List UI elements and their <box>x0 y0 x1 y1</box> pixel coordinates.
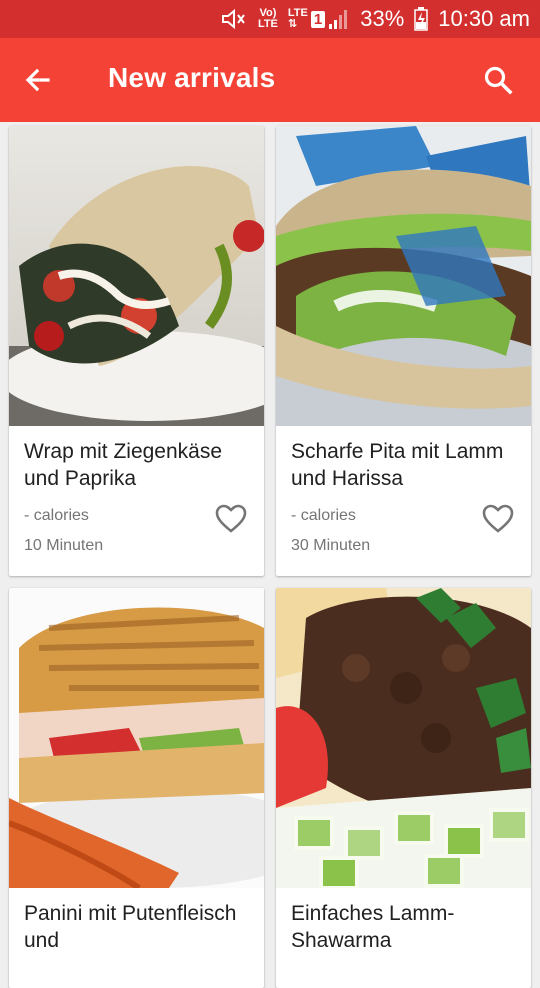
app-bar: New arrivals <box>0 38 540 122</box>
recipe-card[interactable]: Einfaches Lamm-Shawarma <box>276 588 531 988</box>
panini-photo <box>9 588 264 888</box>
heart-outline-icon[interactable] <box>215 504 247 534</box>
signal-bars-icon <box>329 10 348 29</box>
status-bar: Vo) LTE LTE ⇅ 1 33% 10:30 am <box>0 0 540 38</box>
recipe-time: 10 Minuten <box>24 537 104 554</box>
clock: 10:30 am <box>438 6 530 31</box>
volte-icon: Vo) LTE <box>258 8 278 30</box>
wrap-photo <box>9 126 264 426</box>
recipe-name: Panini mit Putenfleisch und <box>24 902 237 952</box>
heart-outline-icon[interactable] <box>482 504 514 534</box>
recipe-image-wrap <box>276 588 531 888</box>
lte-sub-label: LTE <box>257 18 278 30</box>
battery-percent: 33% <box>360 6 405 31</box>
recipe-calories: - calories <box>291 507 356 524</box>
recipe-time: 30 Minuten <box>291 537 371 554</box>
recipe-image-wrap <box>9 588 264 888</box>
shawarma-photo <box>276 588 531 888</box>
recipe-name: Scharfe Pita mit Lamm und Harissa <box>291 440 504 490</box>
recipe-calories: - calories <box>24 507 89 524</box>
recipe-card[interactable]: Scharfe Pita mit Lamm und Harissa - calo… <box>276 126 531 576</box>
sim-badge: 1 <box>310 10 326 28</box>
arrow-back-icon[interactable] <box>22 64 54 96</box>
recipe-grid: Wrap mit Ziegenkäse und Paprika - calori… <box>0 122 540 988</box>
recipe-image-wrap <box>9 126 264 426</box>
search-icon[interactable] <box>482 64 514 96</box>
recipe-card[interactable]: Panini mit Putenfleisch und <box>9 588 264 988</box>
recipe-image-wrap <box>276 126 531 426</box>
lte-signal-icon: LTE ⇅ 1 <box>288 8 350 30</box>
page-title: New arrivals <box>108 62 276 93</box>
pita-photo <box>276 126 531 426</box>
recipe-name: Einfaches Lamm-Shawarma <box>291 902 455 952</box>
mute-icon <box>220 8 248 30</box>
recipe-card[interactable]: Wrap mit Ziegenkäse und Paprika - calori… <box>9 126 264 576</box>
battery-charging-icon <box>414 7 429 31</box>
recipe-name: Wrap mit Ziegenkäse und Paprika <box>24 440 223 490</box>
